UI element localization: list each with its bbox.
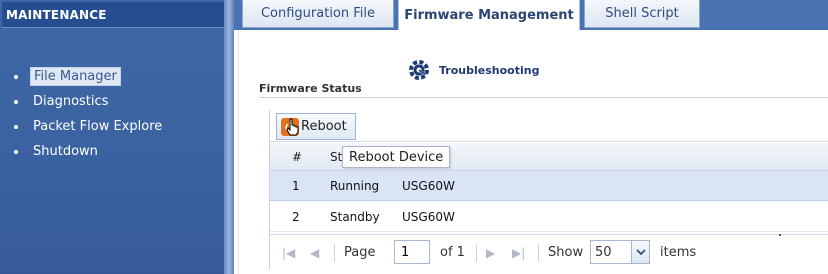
troubleshooting-link[interactable]: Troubleshooting bbox=[407, 58, 539, 82]
stray-dot bbox=[779, 234, 781, 236]
row-model: USG60W bbox=[402, 210, 455, 224]
sidebar-item-packet-flow-explore[interactable]: Packet Flow Explore bbox=[14, 114, 165, 139]
sidebar-nav: File Manager Diagnostics Packet Flow Exp… bbox=[14, 64, 165, 164]
reboot-tooltip: Reboot Device bbox=[342, 146, 451, 168]
row-status: Standby bbox=[330, 210, 380, 224]
tab-shell-script[interactable]: Shell Script bbox=[584, 0, 700, 28]
troubleshooting-label: Troubleshooting bbox=[439, 63, 540, 77]
items-label: items bbox=[660, 245, 697, 260]
reboot-label: Reboot bbox=[301, 119, 347, 134]
pagination-bar: |◀ ◀ Page of 1 ▶ ▶| Show 50 items bbox=[270, 234, 828, 270]
sidebar-item-shutdown[interactable]: Shutdown bbox=[14, 139, 165, 164]
sidebar-item-diagnostics[interactable]: Diagnostics bbox=[14, 89, 165, 114]
sidebar-item-file-manager[interactable]: File Manager bbox=[14, 64, 165, 89]
tab-configuration-file[interactable]: Configuration File bbox=[242, 0, 394, 28]
pager-divider bbox=[476, 244, 477, 262]
first-page-icon[interactable]: |◀ bbox=[282, 246, 295, 260]
table-toolbar: Reboot bbox=[270, 110, 828, 142]
tab-label: Configuration File bbox=[260, 6, 376, 21]
sidebar-title: MAINTENANCE bbox=[6, 8, 107, 22]
show-label: Show bbox=[548, 245, 584, 260]
tab-label: Firmware Management bbox=[404, 7, 574, 23]
tab-bar: Configuration File Firmware Management S… bbox=[234, 0, 828, 31]
sidebar-item-label: Diagnostics bbox=[33, 94, 109, 109]
previous-page-icon[interactable]: ◀ bbox=[310, 246, 319, 260]
table-row[interactable]: 1 Running USG60W bbox=[270, 171, 828, 201]
sidebar-splitter[interactable] bbox=[224, 0, 234, 274]
column-header-number[interactable]: # bbox=[292, 150, 302, 164]
page-size-select[interactable]: 50 bbox=[590, 240, 650, 264]
tab-firmware-management[interactable]: Firmware Management bbox=[398, 0, 580, 31]
page-label: Page bbox=[344, 245, 376, 260]
page-size-value: 50 bbox=[595, 244, 612, 260]
last-page-icon[interactable]: ▶| bbox=[512, 246, 525, 260]
pager-divider bbox=[538, 244, 539, 262]
tab-label: Shell Script bbox=[605, 6, 679, 21]
row-status: Running bbox=[330, 179, 380, 193]
sidebar-item-label: Packet Flow Explore bbox=[33, 119, 163, 134]
row-number: 1 bbox=[292, 179, 300, 193]
chevron-down-icon[interactable] bbox=[631, 241, 649, 263]
pager-divider bbox=[334, 244, 335, 262]
firmware-table: Reboot # St Reboot Device 1 Running USG6… bbox=[269, 110, 828, 270]
page-count: of 1 bbox=[440, 245, 465, 260]
section-divider bbox=[259, 97, 828, 98]
sidebar-header: MAINTENANCE bbox=[2, 2, 224, 28]
table-row[interactable]: 2 Standby USG60W bbox=[270, 202, 828, 232]
bullet-icon bbox=[14, 74, 18, 79]
bullet-icon bbox=[14, 99, 18, 104]
row-number: 2 bbox=[292, 210, 300, 224]
next-page-icon[interactable]: ▶ bbox=[486, 246, 495, 260]
row-model: USG60W bbox=[402, 179, 455, 193]
section-title: Firmware Status bbox=[259, 82, 362, 95]
hand-cursor-icon bbox=[286, 118, 299, 136]
gear-wrench-icon bbox=[409, 60, 429, 80]
sidebar-item-label: File Manager bbox=[30, 67, 121, 86]
sidebar: MAINTENANCE File Manager Diagnostics Pac… bbox=[0, 0, 234, 274]
main-panel: Troubleshooting Firmware Status Reboot #… bbox=[238, 30, 828, 274]
column-header-status[interactable]: St bbox=[330, 150, 342, 164]
bullet-icon bbox=[14, 149, 18, 154]
bullet-icon bbox=[14, 124, 18, 129]
sidebar-item-label: Shutdown bbox=[33, 144, 98, 159]
page-number-input[interactable] bbox=[394, 240, 430, 264]
